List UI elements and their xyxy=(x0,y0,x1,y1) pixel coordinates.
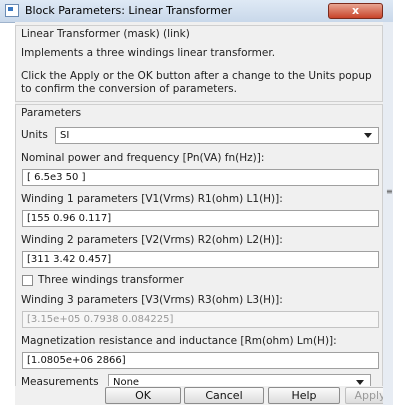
close-button[interactable]: x xyxy=(328,3,383,19)
units-note-line1: Click the Apply or the OK button after a… xyxy=(21,70,372,82)
units-select-value: SI xyxy=(60,130,70,141)
help-button[interactable]: Help xyxy=(268,387,340,404)
ok-button[interactable]: OK xyxy=(105,387,181,404)
title-bar: Block Parameters: Linear Transformer x xyxy=(0,0,393,23)
chevron-down-icon xyxy=(364,133,372,138)
magnetization-input[interactable]: [1.0805e+06 2866] xyxy=(22,352,379,369)
winding1-label: Winding 1 parameters [V1(Vrms) R1(ohm) L… xyxy=(21,193,283,205)
magnetization-label: Magnetization resistance and inductance … xyxy=(21,335,337,347)
parameters-group-label: Parameters xyxy=(21,107,82,119)
winding3-label: Winding 3 parameters [V3(Vrms) R3(ohm) L… xyxy=(21,294,283,306)
units-note-line2: to confirm the conversion of parameters. xyxy=(21,83,237,95)
cancel-button[interactable]: Cancel xyxy=(184,387,264,404)
winding2-label: Winding 2 parameters [V2(Vrms) R2(ohm) L… xyxy=(21,234,283,246)
parameters-frame: Parameters Units SI Nominal power and fr… xyxy=(15,104,383,394)
winding3-input[interactable]: [3.15e+05 0.7938 0.084225] xyxy=(22,311,379,328)
window-title: Block Parameters: Linear Transformer xyxy=(25,4,233,17)
winding2-input[interactable]: [311 3.42 0.457] xyxy=(22,251,379,268)
close-icon: x xyxy=(351,4,360,17)
dialog-content: Linear Transformer (mask) (link) Impleme… xyxy=(15,22,383,405)
block-description: Implements a three windings linear trans… xyxy=(21,47,276,59)
resize-grip-icon: ≡ xyxy=(386,187,393,196)
chevron-down-icon xyxy=(356,380,364,385)
units-label: Units xyxy=(21,129,48,141)
three-windings-label: Three windings transformer xyxy=(38,274,184,286)
block-name: Linear Transformer (mask) (link) xyxy=(21,28,190,40)
units-select[interactable]: SI xyxy=(55,127,379,144)
winding1-input[interactable]: [155 0.96 0.117] xyxy=(22,210,379,227)
description-frame: Linear Transformer (mask) (link) Impleme… xyxy=(15,25,383,102)
vertical-scrollbar[interactable]: ≡ xyxy=(383,22,393,405)
three-windings-checkbox[interactable] xyxy=(22,275,33,286)
button-bar: OK Cancel Help Apply xyxy=(15,386,383,405)
nominal-power-input[interactable]: [ 6.5e3 50 ] xyxy=(22,169,379,186)
nominal-power-label: Nominal power and frequency [Pn(VA) fn(H… xyxy=(21,152,265,164)
apply-button[interactable]: Apply xyxy=(345,387,383,404)
block-parameters-icon xyxy=(5,4,19,17)
